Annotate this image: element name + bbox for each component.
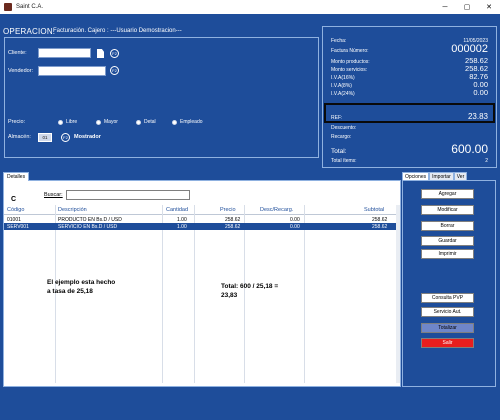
search-input[interactable] xyxy=(66,190,190,200)
app-logo-icon xyxy=(4,3,12,11)
cell-subtotal: 258.62 xyxy=(372,224,388,230)
factura-label: Factura Número: xyxy=(331,48,369,54)
price-radio-libre[interactable]: Libre xyxy=(58,119,77,125)
total-value: 600.00 xyxy=(451,142,488,156)
operation-label: OPERACION: xyxy=(3,27,56,36)
borrar-button[interactable]: Borrar xyxy=(421,221,474,231)
servicio-aut-button[interactable]: Servicio Aut. xyxy=(421,307,474,317)
consulta-pvp-button[interactable]: Consulta PVP xyxy=(421,293,474,303)
vendedor-f2-button[interactable]: F2 xyxy=(110,66,119,75)
cliente-label: Cliente: xyxy=(8,50,27,56)
table-row[interactable]: 01001 PRODUCTO EN Bs.D / USD 1.00 258.62… xyxy=(4,216,396,223)
total-items-label: Total ítems: xyxy=(331,158,357,164)
radio-icon xyxy=(96,119,101,125)
price-option-label: Libre xyxy=(66,119,78,125)
header-codigo[interactable]: Código xyxy=(7,207,24,213)
modificar-button[interactable]: Modificar xyxy=(421,205,474,215)
column-divider xyxy=(194,205,195,383)
note-exchange-rate: El ejemplo esta hecho a tasa de 25,18 xyxy=(47,279,116,295)
cell-codigo: SERV001 xyxy=(7,224,29,230)
mostrador-label: Mostrador xyxy=(74,134,101,140)
header-precio[interactable]: Precio xyxy=(220,207,236,213)
header-desc-recarg[interactable]: Desc/Recarg. xyxy=(260,207,293,213)
price-radio-mayor[interactable]: Mayor xyxy=(96,119,118,125)
cliente-input[interactable] xyxy=(38,48,91,58)
cell-precio: 258.62 xyxy=(225,224,241,230)
price-radio-empleado[interactable]: Empleado xyxy=(172,119,203,125)
iva24-label: I.V.A(24%) xyxy=(331,91,355,97)
vendedor-label: Vendedor: xyxy=(8,68,34,74)
imprimir-button[interactable]: Imprimir xyxy=(421,249,474,259)
descuento-label: Descuento: xyxy=(331,125,357,131)
title-bar: Saint C.A. ─ ▢ ✕ xyxy=(0,0,500,14)
precio-label: Precio: xyxy=(8,119,26,125)
almacen-f2-button[interactable]: F2 xyxy=(61,133,70,142)
window-title: Saint C.A. xyxy=(16,4,44,10)
cell-cantidad: 1.00 xyxy=(177,224,187,230)
note-total-calculation: Total: 600 / 25,18 = 23,83 xyxy=(221,283,279,299)
factura-value: 000002 xyxy=(451,43,488,55)
column-divider xyxy=(304,205,305,383)
price-option-label: Mayor xyxy=(104,119,118,125)
tab-importar[interactable]: Importar xyxy=(429,172,454,181)
tab-opciones[interactable]: Opciones xyxy=(402,172,430,181)
iva24-value: 0.00 xyxy=(473,88,488,97)
options-tabs: Opciones Importar Ver xyxy=(402,172,468,181)
price-option-label: Detal xyxy=(144,119,156,125)
header-descripcion[interactable]: Descripción xyxy=(58,207,87,213)
ref-highlight-box xyxy=(324,103,495,123)
cell-desc: 0.00 xyxy=(290,224,300,230)
minimize-button[interactable]: ─ xyxy=(434,0,456,14)
operation-description: Facturación. Cajero : ---Usuario Demostr… xyxy=(53,28,182,34)
total-items-value: 2 xyxy=(485,158,488,164)
almacen-input[interactable]: 01 xyxy=(38,133,52,142)
recargo-label: Recargo: xyxy=(331,134,352,140)
column-divider xyxy=(162,205,163,383)
guardar-button[interactable]: Guardar xyxy=(421,236,474,246)
total-label: Total: xyxy=(331,148,347,155)
tab-ver[interactable]: Ver xyxy=(453,172,468,181)
totalizar-button[interactable]: Totalizar xyxy=(421,323,474,333)
search-label: Buscar: xyxy=(44,192,63,198)
tab-detalles[interactable]: Detalles xyxy=(3,172,30,181)
table-header: Código Descripción Cantidad Precio Desc/… xyxy=(4,205,396,215)
vendedor-input[interactable] xyxy=(38,66,106,76)
vertical-scrollbar[interactable] xyxy=(396,205,400,383)
cliente-f2-button[interactable]: F2 xyxy=(110,49,119,58)
document-icon[interactable] xyxy=(97,49,104,58)
window-controls: ─ ▢ ✕ xyxy=(434,0,500,14)
radio-icon xyxy=(136,119,141,125)
table-row[interactable]: SERV001 SERVICIO EN Bs.D / USD 1.00 258.… xyxy=(4,223,396,230)
close-button[interactable]: ✕ xyxy=(478,0,500,14)
agregar-button[interactable]: Agregar xyxy=(421,189,474,199)
totals-panel: Fecha: 11/05/2023 Factura Número: 000002 M… xyxy=(322,26,497,168)
radio-icon xyxy=(58,119,63,125)
header-cantidad[interactable]: Cantidad xyxy=(166,207,188,213)
maximize-button[interactable]: ▢ xyxy=(456,0,478,14)
radio-icon xyxy=(172,119,177,125)
price-radio-detal[interactable]: Detal xyxy=(136,119,156,125)
price-option-label: Empleado xyxy=(180,119,203,125)
cell-descripcion: SERVICIO EN Bs.D / USD xyxy=(58,224,118,230)
almacen-label: Almacén: xyxy=(8,134,31,140)
header-subtotal[interactable]: Subtotal xyxy=(364,207,384,213)
salir-button[interactable]: Salir xyxy=(421,338,474,348)
c-label: C xyxy=(11,196,17,203)
